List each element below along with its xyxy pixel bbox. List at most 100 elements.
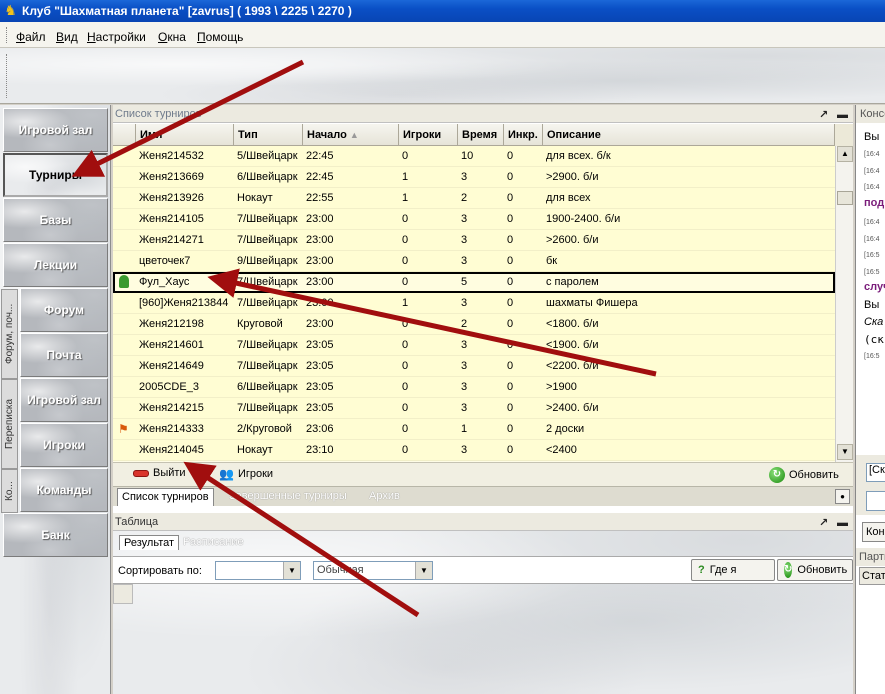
cell-desc: >2400. б/и bbox=[546, 402, 599, 414]
tab-scroll-icon[interactable]: ● bbox=[835, 489, 850, 504]
nav-bank[interactable]: Банк bbox=[3, 513, 108, 557]
table-minimize-icon[interactable]: ▬ bbox=[837, 514, 848, 532]
table-row[interactable]: Женя214105 7/Швейцарк 23:00 0 3 0 1900-2400. б… bbox=[113, 209, 835, 230]
table-row[interactable]: Женя213926 Нокаут 22:55 1 2 0 для всех bbox=[113, 188, 835, 209]
players-icon: 👥 bbox=[219, 467, 234, 481]
cell-inc: 0 bbox=[507, 360, 514, 372]
tournament-panel-title: Список турниров bbox=[115, 108, 202, 120]
undock-icon[interactable]: ↗ bbox=[819, 106, 828, 124]
where-am-i-button[interactable]: ? Где я bbox=[691, 559, 775, 581]
nav-game-hall-2[interactable]: Игровой зал bbox=[20, 378, 108, 422]
nav-game-hall[interactable]: Игровой зал bbox=[3, 108, 108, 152]
minimize-icon[interactable]: ▬ bbox=[837, 106, 848, 124]
row-icon-cell bbox=[115, 209, 137, 230]
menu-help[interactable]: Помощь bbox=[197, 30, 243, 44]
table-row[interactable]: 2005CDE_3 6/Швейцарк 23:05 0 3 0 >1900 bbox=[113, 377, 835, 398]
refresh-button[interactable]: ↻ Обновить bbox=[769, 467, 839, 483]
row-icon-cell bbox=[115, 440, 137, 461]
scroll-down-icon[interactable]: ▼ bbox=[837, 444, 853, 460]
col-type[interactable]: Тип bbox=[234, 124, 303, 146]
menu-settings[interactable]: Настройки bbox=[87, 30, 146, 44]
user-icon bbox=[115, 272, 137, 293]
col-start[interactable]: Начало ▲ bbox=[303, 124, 399, 146]
table-row[interactable]: Женя214045 Нокаут 23:10 0 3 0 <2400 bbox=[113, 440, 835, 461]
console-send-button[interactable]: Кон bbox=[862, 522, 885, 542]
cell-start: 23:00 bbox=[306, 276, 334, 288]
nav-forum[interactable]: Форум bbox=[20, 288, 108, 332]
table-row[interactable]: Женя214271 7/Швейцарк 23:00 0 3 0 >2600. б/и bbox=[113, 230, 835, 251]
nav-tournaments[interactable]: Турниры bbox=[3, 153, 108, 197]
toolbar-grip[interactable] bbox=[6, 54, 9, 98]
row-icon-cell bbox=[115, 230, 137, 251]
cell-start: 23:00 bbox=[306, 213, 334, 225]
cell-time: 3 bbox=[461, 402, 468, 414]
nav-teams[interactable]: Команды bbox=[20, 468, 108, 512]
col-time[interactable]: Время bbox=[458, 124, 504, 146]
vtab-correspondence[interactable]: Переписка bbox=[1, 379, 18, 469]
col-description[interactable]: Описание bbox=[543, 124, 835, 146]
tab-tournament-list[interactable]: Список турниров bbox=[117, 488, 214, 506]
vtab-teams[interactable]: Ко... bbox=[1, 469, 18, 513]
tab-finished-tournaments[interactable]: Завершенные турниры bbox=[225, 488, 351, 506]
table-row-selected[interactable]: Фул_Хаус 7/Швейцарк 23:00 0 5 0 с паролем bbox=[113, 272, 835, 293]
tab-result[interactable]: Результат bbox=[119, 535, 180, 550]
table-row[interactable]: Женя214601 7/Швейцарк 23:05 0 3 0 <1900. б/и bbox=[113, 335, 835, 356]
col-increment[interactable]: Инкр. bbox=[504, 124, 543, 146]
cell-desc: шахматы Фишера bbox=[546, 297, 638, 309]
menu-file[interactable]: Файл bbox=[16, 30, 46, 44]
console-line: [16:5 bbox=[864, 269, 880, 276]
cell-desc: 2 доски bbox=[546, 423, 585, 435]
app-icon[interactable]: ♞ bbox=[3, 3, 18, 18]
menu-grip[interactable] bbox=[6, 27, 9, 43]
table-row[interactable]: цветочек7 9/Швейцарк 23:00 0 3 0 бк bbox=[113, 251, 835, 272]
cell-name: Женя212198 bbox=[139, 318, 204, 330]
row-icon-cell bbox=[115, 335, 137, 356]
sort-select[interactable]: ▼ bbox=[215, 561, 301, 580]
toolbar bbox=[0, 48, 885, 104]
console-channel-select[interactable]: [Ск bbox=[866, 463, 885, 482]
tab-archive[interactable]: Архив bbox=[365, 488, 404, 506]
cell-time: 3 bbox=[461, 360, 468, 372]
table-row[interactable]: [960]Женя213844 7/Швейцарк 23:00 1 3 0 шахматы… bbox=[113, 293, 835, 314]
nav-lectures[interactable]: Лекции bbox=[3, 243, 108, 287]
table-row[interactable]: ⚑ Женя214333 2/Круговой 23:06 0 1 0 2 доски bbox=[113, 419, 835, 440]
table-tabs: Результат Расписание bbox=[119, 535, 248, 550]
cell-inc: 0 bbox=[507, 234, 514, 246]
table-row[interactable]: Женя213669 6/Швейцарк 22:45 1 3 0 >2900. б/и bbox=[113, 167, 835, 188]
col-players[interactable]: Игроки bbox=[399, 124, 458, 146]
table-row[interactable]: Женя214649 7/Швейцарк 23:05 0 3 0 <2200. б/и bbox=[113, 356, 835, 377]
nav-bases[interactable]: Базы bbox=[3, 198, 108, 242]
table-undock-icon[interactable]: ↗ bbox=[819, 514, 828, 532]
cell-type: 6/Швейцарк bbox=[237, 171, 298, 183]
nav-mail[interactable]: Почта bbox=[20, 333, 108, 377]
cell-players: 0 bbox=[402, 213, 409, 225]
vtab-forum-mail[interactable]: Форум, поч... bbox=[1, 289, 18, 379]
tournament-panel: Список турниров ↗ ▬ Имя Тип Начало ▲ Игр… bbox=[113, 105, 853, 513]
tab-status[interactable]: Стат bbox=[859, 567, 885, 585]
tab-schedule[interactable]: Расписание bbox=[179, 535, 248, 550]
cell-start: 23:06 bbox=[306, 423, 334, 435]
exit-icon bbox=[133, 469, 149, 477]
table-refresh-button[interactable]: ↻ Обновить bbox=[777, 559, 853, 581]
console-line: [16:4 bbox=[864, 184, 880, 191]
cell-players: 1 bbox=[402, 171, 409, 183]
mode-select[interactable]: Обычная ▼ bbox=[313, 561, 433, 580]
scroll-up-icon[interactable]: ▲ bbox=[837, 146, 853, 162]
exit-button[interactable]: Выйти bbox=[133, 467, 186, 479]
table-row[interactable]: Женя214215 7/Швейцарк 23:05 0 3 0 >2400. б/и bbox=[113, 398, 835, 419]
cell-name: цветочек7 bbox=[139, 255, 191, 267]
cell-start: 23:05 bbox=[306, 360, 334, 372]
col-name[interactable]: Имя bbox=[136, 124, 234, 146]
table-row[interactable]: Женя214532 5/Швейцарк 22:45 0 10 0 для всех. б… bbox=[113, 146, 835, 167]
menu-windows[interactable]: Окна bbox=[158, 30, 186, 44]
tournament-scrollbar[interactable]: ▲ ▼ bbox=[835, 146, 853, 462]
scroll-thumb[interactable] bbox=[837, 191, 853, 205]
console-input[interactable] bbox=[866, 491, 885, 511]
games-panel-title: Парти bbox=[856, 548, 885, 566]
cell-type: 7/Швейцарк bbox=[237, 402, 298, 414]
table-row[interactable]: Женя212198 Круговой 23:00 0 2 0 <1800. б/и bbox=[113, 314, 835, 335]
players-button[interactable]: 👥 Игроки bbox=[219, 467, 273, 481]
console-panel: Консо Вы [16:4 [16:4 [16:4 подв [16:4 [1… bbox=[855, 105, 885, 694]
menu-view[interactable]: Вид bbox=[56, 30, 78, 44]
nav-players[interactable]: Игроки bbox=[20, 423, 108, 467]
